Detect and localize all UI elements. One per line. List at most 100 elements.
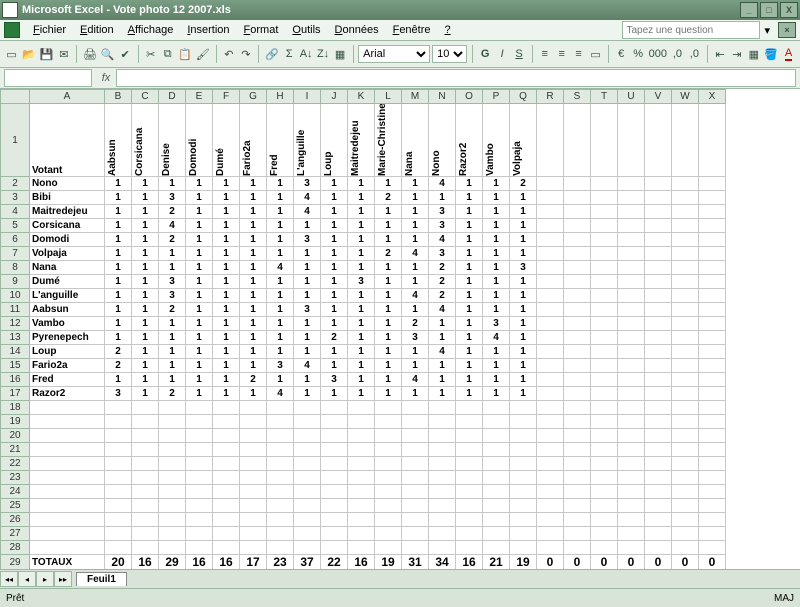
- col-header-H[interactable]: H: [267, 90, 294, 104]
- vote-cell[interactable]: 1: [186, 289, 213, 303]
- vote-cell[interactable]: 1: [375, 289, 402, 303]
- vote-cell[interactable]: 1: [186, 317, 213, 331]
- vote-cell[interactable]: 1: [402, 275, 429, 289]
- total-cell[interactable]: 0: [672, 555, 699, 570]
- menu-?[interactable]: ?: [438, 22, 458, 38]
- vote-cell[interactable]: 1: [213, 289, 240, 303]
- votant-name[interactable]: Corsicana: [30, 219, 105, 233]
- row-header-6[interactable]: 6: [1, 233, 30, 247]
- spell-icon[interactable]: ✔: [118, 43, 133, 65]
- underline-icon[interactable]: S: [512, 43, 527, 65]
- col-header-Q[interactable]: Q: [510, 90, 537, 104]
- vote-cell[interactable]: 1: [105, 177, 132, 191]
- row-header-11[interactable]: 11: [1, 303, 30, 317]
- vote-cell[interactable]: 1: [321, 177, 348, 191]
- total-cell[interactable]: 22: [321, 555, 348, 570]
- vote-cell[interactable]: 1: [348, 205, 375, 219]
- vote-cell[interactable]: 1: [456, 359, 483, 373]
- vote-cell[interactable]: 2: [429, 275, 456, 289]
- menu-données[interactable]: Données: [328, 22, 386, 38]
- vote-cell[interactable]: 1: [321, 387, 348, 401]
- inc-decimal-icon[interactable]: ,0: [670, 43, 685, 65]
- vote-cell[interactable]: 2: [321, 331, 348, 345]
- votant-name[interactable]: Fred: [30, 373, 105, 387]
- vote-cell[interactable]: 1: [510, 219, 537, 233]
- minimize-button[interactable]: _: [740, 2, 758, 18]
- vote-cell[interactable]: 1: [105, 233, 132, 247]
- vote-cell[interactable]: 2: [159, 233, 186, 247]
- vote-cell[interactable]: 2: [429, 289, 456, 303]
- vote-cell[interactable]: 1: [510, 373, 537, 387]
- fx-icon[interactable]: fx: [96, 72, 116, 84]
- vote-cell[interactable]: 1: [429, 331, 456, 345]
- vote-cell[interactable]: 2: [159, 303, 186, 317]
- vote-cell[interactable]: 1: [294, 219, 321, 233]
- vote-cell[interactable]: 1: [375, 359, 402, 373]
- vote-cell[interactable]: 1: [321, 345, 348, 359]
- vote-cell[interactable]: 1: [132, 387, 159, 401]
- vote-cell[interactable]: 2: [240, 373, 267, 387]
- vote-cell[interactable]: 1: [348, 191, 375, 205]
- col-header-F[interactable]: F: [213, 90, 240, 104]
- vote-cell[interactable]: 1: [348, 345, 375, 359]
- vote-cell[interactable]: 1: [213, 317, 240, 331]
- indent-inc-icon[interactable]: ⇥: [729, 43, 744, 65]
- vote-cell[interactable]: 1: [240, 345, 267, 359]
- align-center-icon[interactable]: ≡: [554, 43, 569, 65]
- vote-cell[interactable]: 1: [483, 233, 510, 247]
- vote-cell[interactable]: 1: [105, 205, 132, 219]
- vote-cell[interactable]: 1: [429, 387, 456, 401]
- vote-cell[interactable]: 1: [294, 261, 321, 275]
- vote-cell[interactable]: 1: [483, 345, 510, 359]
- vote-cell[interactable]: 1: [105, 303, 132, 317]
- vote-cell[interactable]: 1: [348, 317, 375, 331]
- vote-cell[interactable]: 1: [240, 387, 267, 401]
- row-header-14[interactable]: 14: [1, 345, 30, 359]
- vote-cell[interactable]: 4: [402, 247, 429, 261]
- total-cell[interactable]: 0: [699, 555, 726, 570]
- col-header-G[interactable]: G: [240, 90, 267, 104]
- vote-cell[interactable]: 1: [456, 303, 483, 317]
- vote-cell[interactable]: 1: [213, 261, 240, 275]
- vote-cell[interactable]: 3: [429, 205, 456, 219]
- vote-cell[interactable]: 3: [348, 275, 375, 289]
- menu-format[interactable]: Format: [237, 22, 286, 38]
- vote-cell[interactable]: 4: [429, 233, 456, 247]
- vote-cell[interactable]: 1: [348, 177, 375, 191]
- vote-cell[interactable]: 1: [348, 261, 375, 275]
- col-header-M[interactable]: M: [402, 90, 429, 104]
- total-cell[interactable]: 0: [645, 555, 672, 570]
- col-header-E[interactable]: E: [186, 90, 213, 104]
- merge-icon[interactable]: ▭: [588, 43, 603, 65]
- col-header-C[interactable]: C: [132, 90, 159, 104]
- vote-cell[interactable]: 1: [375, 331, 402, 345]
- vote-cell[interactable]: 1: [510, 317, 537, 331]
- cut-icon[interactable]: ✂: [143, 43, 158, 65]
- totals-label[interactable]: TOTAUX: [30, 555, 105, 570]
- vote-cell[interactable]: 1: [402, 233, 429, 247]
- row-header-16[interactable]: 16: [1, 373, 30, 387]
- vote-cell[interactable]: 1: [159, 247, 186, 261]
- col-header-O[interactable]: O: [456, 90, 483, 104]
- vote-cell[interactable]: 1: [375, 303, 402, 317]
- vote-cell[interactable]: 2: [375, 191, 402, 205]
- vote-cell[interactable]: 4: [402, 289, 429, 303]
- vote-cell[interactable]: 1: [105, 275, 132, 289]
- paste-icon[interactable]: 📋: [177, 43, 193, 65]
- vote-cell[interactable]: 1: [132, 233, 159, 247]
- font-size-select[interactable]: 10: [432, 45, 467, 63]
- total-cell[interactable]: 0: [618, 555, 645, 570]
- vote-cell[interactable]: 1: [105, 247, 132, 261]
- vote-cell[interactable]: 3: [510, 261, 537, 275]
- tab-nav-prev-icon[interactable]: ◂: [18, 571, 36, 587]
- vote-cell[interactable]: 1: [348, 373, 375, 387]
- copy-icon[interactable]: ⧉: [160, 43, 175, 65]
- close-button[interactable]: X: [780, 2, 798, 18]
- vote-cell[interactable]: 1: [186, 373, 213, 387]
- vote-cell[interactable]: 1: [213, 219, 240, 233]
- total-cell[interactable]: 21: [483, 555, 510, 570]
- mail-icon[interactable]: ✉: [56, 43, 71, 65]
- vote-cell[interactable]: 4: [294, 191, 321, 205]
- vote-cell[interactable]: 2: [429, 261, 456, 275]
- bold-icon[interactable]: G: [478, 43, 493, 65]
